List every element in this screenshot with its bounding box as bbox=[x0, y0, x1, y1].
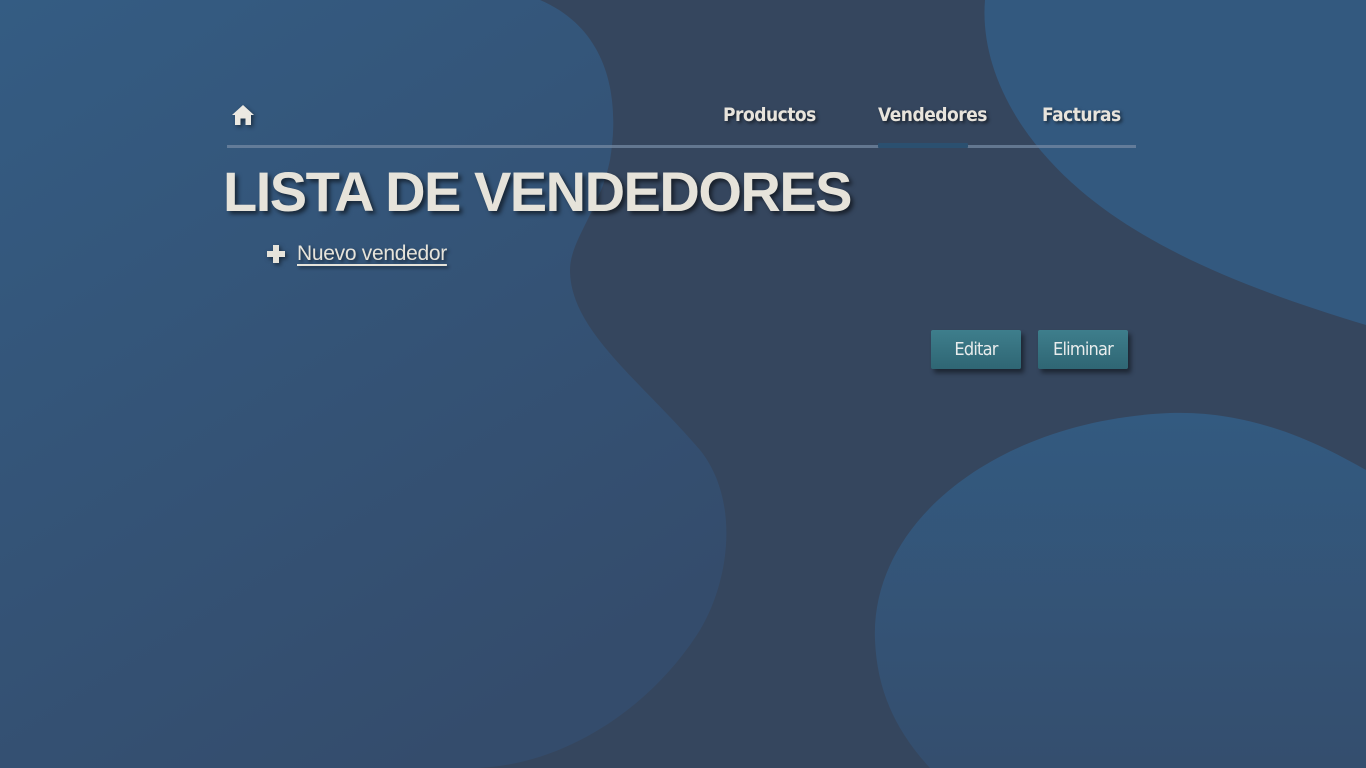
delete-button[interactable]: Eliminar bbox=[1038, 330, 1128, 369]
home-icon[interactable] bbox=[231, 104, 255, 126]
nav-link-facturas[interactable]: Facturas bbox=[1042, 104, 1121, 126]
page: Productos Vendedores Facturas LISTA DE V… bbox=[0, 0, 1366, 768]
edit-button[interactable]: Editar bbox=[931, 330, 1021, 369]
active-tab-indicator bbox=[878, 143, 968, 148]
page-title: LISTA DE VENDEDORES bbox=[223, 160, 853, 223]
new-vendor-label: Nuevo vendedor bbox=[297, 242, 447, 265]
plus-icon bbox=[265, 243, 287, 265]
nav-link-productos[interactable]: Productos bbox=[723, 104, 816, 126]
top-nav: Productos Vendedores Facturas bbox=[227, 96, 1136, 148]
new-vendor-link[interactable]: Nuevo vendedor bbox=[265, 240, 447, 268]
nav-link-vendedores[interactable]: Vendedores bbox=[878, 104, 987, 126]
top-right-blob bbox=[984, 0, 1366, 325]
bottom-right-blob bbox=[874, 412, 1366, 768]
